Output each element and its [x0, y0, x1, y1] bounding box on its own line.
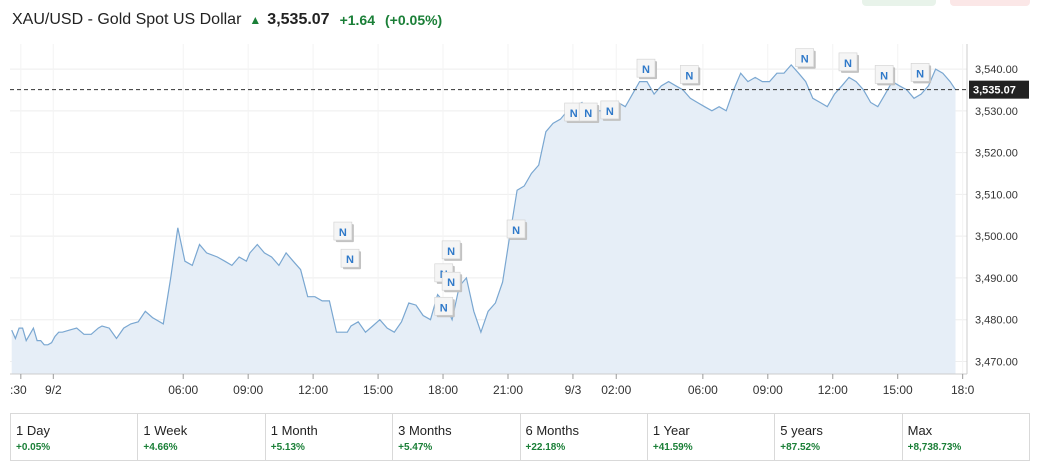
- news-marker[interactable]: N: [333, 221, 354, 243]
- news-marker-label: N: [685, 70, 693, 82]
- news-marker[interactable]: N: [340, 248, 362, 270]
- y-tick-label: 3,520.00: [975, 148, 1018, 160]
- range-label: Max: [907, 423, 933, 438]
- range-change: +5.47%: [398, 442, 433, 453]
- x-tick-label: 21:00: [493, 383, 523, 397]
- x-tick-label: 09:00: [233, 383, 263, 397]
- news-marker-label: N: [440, 302, 448, 314]
- range-3-months[interactable]: 3 Months +5.47%: [393, 414, 521, 460]
- range-label: 1 Month: [270, 423, 318, 438]
- x-tick-label: 12:00: [298, 383, 328, 397]
- range-1-year[interactable]: 1 Year +41.59%: [648, 414, 776, 460]
- y-tick-label: 3,540.00: [975, 64, 1018, 76]
- range-5-years[interactable]: 5 years +87.52%: [775, 414, 903, 460]
- x-tick-label: 18:00: [428, 383, 458, 397]
- range-label: 5 years: [780, 423, 823, 438]
- range-change: +22.18%: [525, 442, 566, 453]
- news-marker[interactable]: N: [874, 65, 896, 86]
- news-marker-label: N: [584, 108, 592, 120]
- news-marker[interactable]: N: [441, 240, 463, 261]
- news-marker-label: N: [880, 70, 888, 82]
- news-marker[interactable]: N: [838, 52, 859, 73]
- x-tick-label: 15:00: [883, 383, 913, 397]
- x-tick-label: 18:0: [951, 383, 975, 397]
- news-marker-label: N: [642, 64, 650, 76]
- news-marker-label: N: [570, 108, 578, 120]
- y-tick-label: 3,530.00: [975, 106, 1018, 118]
- news-marker-label: N: [339, 227, 347, 239]
- range-label: 1 Day: [16, 423, 50, 438]
- news-marker-label: N: [447, 246, 455, 258]
- x-tick-label: 06:00: [688, 383, 718, 397]
- news-marker[interactable]: N: [636, 58, 657, 80]
- current-price-label: 3,535.07: [973, 85, 1016, 97]
- news-marker-label: N: [916, 68, 924, 80]
- range-label: 6 Months: [525, 423, 579, 438]
- x-tick-label: 15:00: [363, 383, 393, 397]
- range-change: +0.05%: [16, 442, 51, 453]
- range-label: 1 Week: [143, 423, 188, 438]
- news-marker-label: N: [606, 106, 614, 118]
- price-change-percent: (+0.05%): [385, 12, 443, 28]
- corner-tab-negative: [950, 0, 1030, 6]
- y-tick-label: 3,500.00: [975, 231, 1018, 243]
- news-marker[interactable]: N: [441, 271, 463, 293]
- up-arrow-icon: ▲: [249, 13, 262, 27]
- news-marker-label: N: [346, 254, 354, 266]
- x-tick-label: 9/2: [45, 383, 62, 397]
- range-6-months[interactable]: 6 Months +22.18%: [521, 414, 648, 460]
- range-selector: 1 Day +0.05% 1 Week +4.66% 1 Month +5.13…: [10, 413, 1030, 461]
- x-tick-label: 02:00: [601, 383, 631, 397]
- news-marker-label: N: [844, 58, 852, 70]
- range-change: +8,738.73%: [907, 442, 962, 453]
- y-tick-label: 3,490.00: [975, 273, 1018, 285]
- range-label: 1 Year: [652, 423, 690, 438]
- range-label: 3 Months: [398, 423, 452, 438]
- range-change: +87.52%: [780, 442, 821, 453]
- x-tick-label: 9/3: [565, 383, 582, 397]
- news-marker[interactable]: N: [600, 100, 621, 121]
- range-change: +4.66%: [143, 442, 178, 453]
- news-marker-label: N: [801, 54, 809, 66]
- y-tick-label: 3,470.00: [975, 356, 1018, 368]
- news-marker[interactable]: N: [434, 296, 455, 318]
- range-1-month[interactable]: 1 Month +5.13%: [266, 414, 394, 460]
- news-marker[interactable]: N: [795, 48, 816, 69]
- range-1-week[interactable]: 1 Week +4.66%: [138, 414, 266, 460]
- price-change: +1.64: [339, 12, 376, 28]
- x-tick-label: :30: [10, 383, 27, 397]
- range-change: +5.13%: [270, 442, 305, 453]
- x-tick-label: 12:00: [818, 383, 848, 397]
- corner-tab-positive: [862, 0, 936, 6]
- news-marker[interactable]: N: [506, 219, 528, 240]
- news-marker-label: N: [447, 277, 455, 289]
- quote-header: XAU/USD - Gold Spot US Dollar ▲ 3,535.07…: [12, 9, 442, 31]
- news-marker-label: N: [512, 225, 520, 237]
- news-marker[interactable]: N: [578, 102, 600, 124]
- x-tick-label: 06:00: [168, 383, 198, 397]
- range-change: +41.59%: [652, 442, 693, 453]
- range-1-day[interactable]: 1 Day +0.05%: [11, 414, 139, 460]
- news-marker[interactable]: N: [679, 65, 701, 86]
- instrument-title: XAU/USD - Gold Spot US Dollar: [12, 11, 242, 28]
- y-tick-label: 3,480.00: [975, 315, 1018, 327]
- price-chart[interactable]: 3,470.00 3,480.00 3,490.00 3,500.00 3,510.00…: [0, 38, 1041, 402]
- news-marker[interactable]: N: [910, 63, 932, 84]
- range-max[interactable]: Max +8,738.73%: [903, 414, 1029, 460]
- x-tick-label: 09:00: [753, 383, 783, 397]
- y-tick-label: 3,510.00: [975, 189, 1018, 201]
- last-price: 3,535.07: [267, 11, 330, 28]
